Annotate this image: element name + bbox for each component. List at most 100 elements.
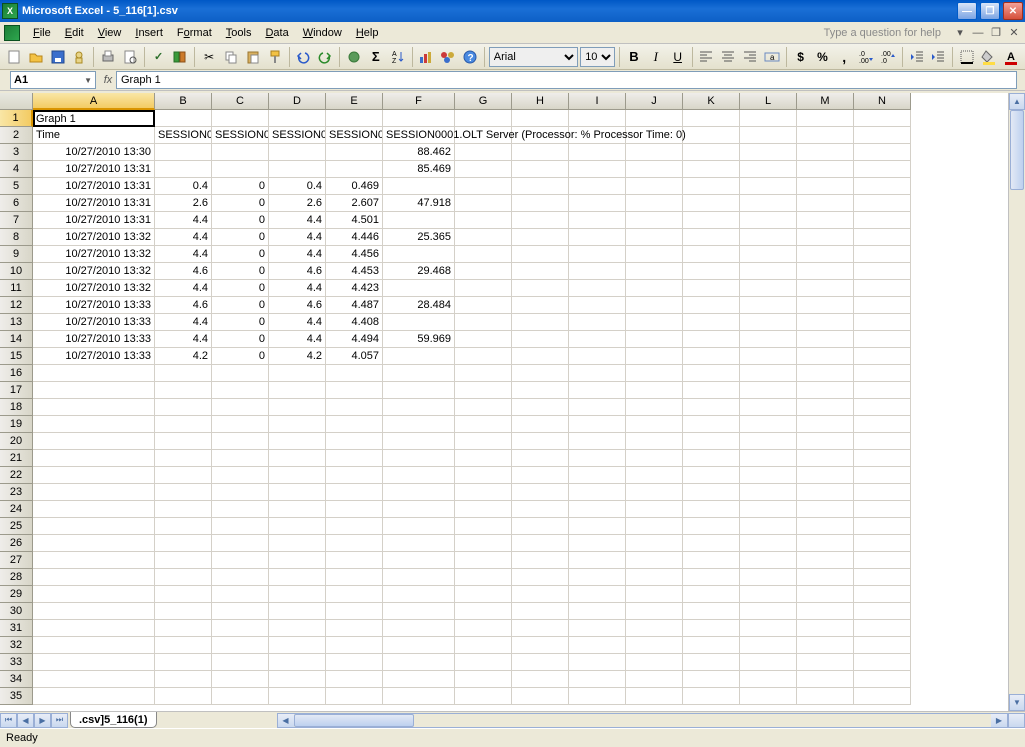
cell-G31[interactable]	[455, 620, 512, 637]
cell-I1[interactable]	[569, 110, 626, 127]
cell-D26[interactable]	[269, 535, 326, 552]
permission-button[interactable]	[69, 46, 89, 68]
cell-L15[interactable]	[740, 348, 797, 365]
cell-A15[interactable]: 10/27/2010 13:33	[33, 348, 155, 365]
doc-restore-button[interactable]: ❐	[989, 27, 1003, 38]
cell-H1[interactable]	[512, 110, 569, 127]
cell-N27[interactable]	[854, 552, 911, 569]
spreadsheet-grid[interactable]: ABCDEFGHIJKLMN 1234567891011121314151617…	[0, 93, 1025, 711]
cell-L26[interactable]	[740, 535, 797, 552]
cell-K7[interactable]	[683, 212, 740, 229]
doc-close-button[interactable]: ✕	[1007, 27, 1021, 38]
cell-H22[interactable]	[512, 467, 569, 484]
cell-C3[interactable]	[212, 144, 269, 161]
cell-M10[interactable]	[797, 263, 854, 280]
cell-L19[interactable]	[740, 416, 797, 433]
row-header-27[interactable]: 27	[0, 552, 33, 569]
cell-E25[interactable]	[326, 518, 383, 535]
cell-F8[interactable]: 25.365	[383, 229, 455, 246]
row-header-11[interactable]: 11	[0, 280, 33, 297]
cell-C17[interactable]	[212, 382, 269, 399]
cell-B11[interactable]: 4.4	[155, 280, 212, 297]
cell-C21[interactable]	[212, 450, 269, 467]
menu-window[interactable]: Window	[296, 25, 349, 41]
cell-C10[interactable]: 0	[212, 263, 269, 280]
cell-G4[interactable]	[455, 161, 512, 178]
cell-I33[interactable]	[569, 654, 626, 671]
row-header-1[interactable]: 1	[0, 110, 33, 127]
cell-N4[interactable]	[854, 161, 911, 178]
cell-L14[interactable]	[740, 331, 797, 348]
cell-D2[interactable]: SESSION0	[269, 127, 326, 144]
cell-I6[interactable]	[569, 195, 626, 212]
cell-B19[interactable]	[155, 416, 212, 433]
cell-E14[interactable]: 4.494	[326, 331, 383, 348]
cell-G10[interactable]	[455, 263, 512, 280]
cell-J35[interactable]	[626, 688, 683, 705]
cell-N9[interactable]	[854, 246, 911, 263]
cell-F6[interactable]: 47.918	[383, 195, 455, 212]
cell-I15[interactable]	[569, 348, 626, 365]
format-painter-button[interactable]	[265, 46, 285, 68]
cell-A29[interactable]	[33, 586, 155, 603]
cell-G29[interactable]	[455, 586, 512, 603]
cell-E30[interactable]	[326, 603, 383, 620]
cell-M6[interactable]	[797, 195, 854, 212]
cell-E18[interactable]	[326, 399, 383, 416]
cell-F28[interactable]	[383, 569, 455, 586]
cell-I31[interactable]	[569, 620, 626, 637]
cell-K18[interactable]	[683, 399, 740, 416]
percent-button[interactable]: %	[812, 46, 832, 68]
column-header-I[interactable]: I	[569, 93, 626, 110]
cell-E33[interactable]	[326, 654, 383, 671]
cell-C26[interactable]	[212, 535, 269, 552]
cell-E28[interactable]	[326, 569, 383, 586]
row-header-15[interactable]: 15	[0, 348, 33, 365]
cell-G17[interactable]	[455, 382, 512, 399]
paste-button[interactable]	[243, 46, 263, 68]
cell-D9[interactable]: 4.4	[269, 246, 326, 263]
cell-H10[interactable]	[512, 263, 569, 280]
column-header-C[interactable]: C	[212, 93, 269, 110]
cell-M25[interactable]	[797, 518, 854, 535]
cell-J4[interactable]	[626, 161, 683, 178]
cell-F27[interactable]	[383, 552, 455, 569]
cell-N3[interactable]	[854, 144, 911, 161]
cell-A12[interactable]: 10/27/2010 13:33	[33, 297, 155, 314]
cell-L35[interactable]	[740, 688, 797, 705]
cell-K20[interactable]	[683, 433, 740, 450]
cell-L20[interactable]	[740, 433, 797, 450]
cell-E8[interactable]: 4.446	[326, 229, 383, 246]
sheet-tab[interactable]: .csv]5_116(1)	[70, 712, 157, 728]
cell-J1[interactable]	[626, 110, 683, 127]
horizontal-scrollbar[interactable]: ◀ ▶	[277, 713, 1009, 728]
cell-D31[interactable]	[269, 620, 326, 637]
row-header-34[interactable]: 34	[0, 671, 33, 688]
cell-E21[interactable]	[326, 450, 383, 467]
cell-M32[interactable]	[797, 637, 854, 654]
cell-D1[interactable]	[269, 110, 326, 127]
cell-D6[interactable]: 2.6	[269, 195, 326, 212]
cell-B18[interactable]	[155, 399, 212, 416]
doc-icon[interactable]	[4, 25, 20, 41]
column-header-E[interactable]: E	[326, 93, 383, 110]
cell-C35[interactable]	[212, 688, 269, 705]
bold-button[interactable]: B	[624, 46, 644, 68]
italic-button[interactable]: I	[646, 46, 666, 68]
cut-button[interactable]: ✂	[199, 46, 219, 68]
cell-J11[interactable]	[626, 280, 683, 297]
cell-F2[interactable]: SESSION0001.OLT Server (Processor: % Pro…	[383, 127, 455, 144]
cell-B3[interactable]	[155, 144, 212, 161]
cell-M14[interactable]	[797, 331, 854, 348]
cell-K30[interactable]	[683, 603, 740, 620]
cell-A6[interactable]: 10/27/2010 13:31	[33, 195, 155, 212]
cell-N13[interactable]	[854, 314, 911, 331]
cell-J8[interactable]	[626, 229, 683, 246]
doc-minimize-button[interactable]: —	[971, 27, 985, 38]
cell-I16[interactable]	[569, 365, 626, 382]
comma-button[interactable]: ,	[834, 46, 854, 68]
cell-L16[interactable]	[740, 365, 797, 382]
cell-H11[interactable]	[512, 280, 569, 297]
cell-D32[interactable]	[269, 637, 326, 654]
cell-I30[interactable]	[569, 603, 626, 620]
